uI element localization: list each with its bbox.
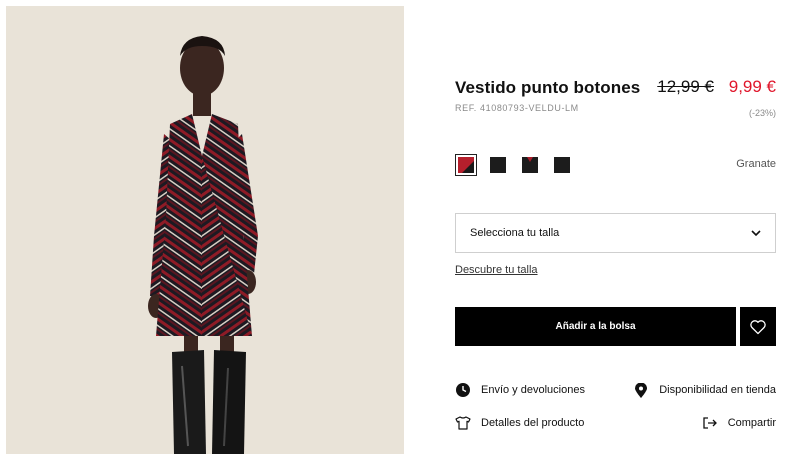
swatch-negro[interactable]	[487, 154, 509, 176]
shipping-returns-link[interactable]: Envío y devoluciones	[455, 382, 585, 398]
store-availability-label: Disponibilidad en tienda	[659, 384, 776, 396]
share-label: Compartir	[727, 417, 776, 429]
model-illustration	[6, 6, 404, 454]
swatch-granate[interactable]	[455, 154, 477, 176]
tshirt-icon	[455, 415, 471, 431]
sale-price: 9,99 €	[728, 77, 776, 96]
size-select[interactable]: Selecciona tu talla	[455, 213, 776, 253]
product-details-label: Detalles del producto	[481, 417, 585, 429]
swatch-negro-chip	[490, 157, 506, 173]
discount-badge: (-23%)	[748, 108, 776, 118]
chevron-down-icon	[751, 226, 761, 240]
product-details-link[interactable]: Detalles del producto	[455, 415, 584, 431]
store-availability-link[interactable]: Disponibilidad en tienda	[633, 382, 776, 398]
clock-icon	[455, 382, 471, 398]
heart-icon	[750, 319, 766, 334]
shipping-returns-label: Envío y devoluciones	[481, 384, 585, 396]
swatch-negro-rojo[interactable]	[519, 154, 541, 176]
wishlist-button[interactable]	[740, 307, 776, 346]
product-photo[interactable]	[6, 6, 404, 454]
size-guide-link[interactable]: Descubre tu talla	[455, 264, 538, 276]
swatch-negro-liso-chip	[554, 157, 570, 173]
swatch-negro-rojo-chip	[522, 157, 538, 173]
share-link[interactable]: Compartir	[702, 415, 776, 431]
share-icon	[702, 415, 718, 431]
size-select-label: Selecciona tu talla	[470, 227, 560, 239]
original-price: 12,99 €	[657, 77, 714, 96]
add-to-bag-button[interactable]: Añadir a la bolsa	[455, 307, 736, 346]
color-swatches	[455, 154, 573, 176]
product-info-panel: Vestido punto botones REF. 41080793-VELD…	[455, 0, 776, 454]
selected-color-name: Granate	[736, 158, 776, 170]
product-title: Vestido punto botones	[455, 78, 641, 97]
location-pin-icon	[633, 382, 649, 398]
swatch-granate-chip	[458, 157, 474, 173]
product-reference: REF. 41080793-VELDU-LM	[455, 103, 579, 113]
swatch-negro-liso[interactable]	[551, 154, 573, 176]
